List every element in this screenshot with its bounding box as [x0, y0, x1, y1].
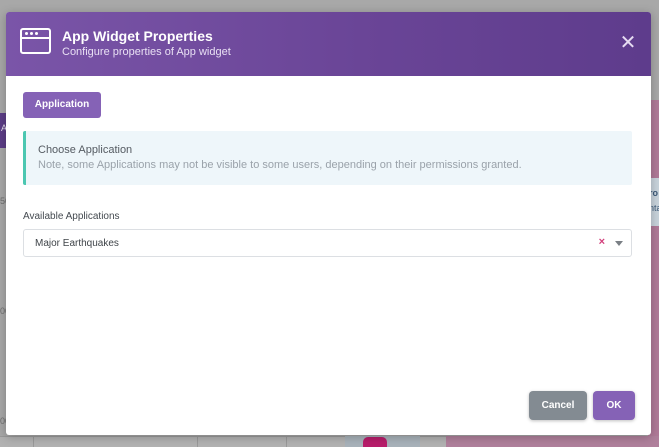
- dialog-title: App Widget Properties: [62, 28, 213, 44]
- info-note: Note, some Applications may not be visib…: [38, 159, 522, 171]
- available-applications-label: Available Applications: [23, 211, 120, 222]
- dialog-subtitle: Configure properties of App widget: [62, 46, 231, 58]
- background-divider: [197, 436, 198, 447]
- chevron-down-icon[interactable]: [615, 241, 623, 246]
- dialog-header: App Widget Properties Configure properti…: [6, 12, 651, 76]
- ok-button[interactable]: OK: [593, 391, 635, 420]
- tab-application[interactable]: Application: [23, 92, 101, 118]
- app-window-icon: [20, 28, 51, 54]
- info-title: Choose Application: [38, 144, 133, 156]
- application-select[interactable]: Major Earthquakes ×: [23, 229, 632, 257]
- cancel-button[interactable]: Cancel: [529, 391, 587, 420]
- close-icon[interactable]: ✕: [619, 33, 637, 53]
- clear-selection-icon[interactable]: ×: [599, 236, 605, 248]
- background-bottom-panel: [446, 436, 659, 447]
- selected-application: Major Earthquakes: [35, 238, 119, 249]
- background-marker: [363, 437, 387, 447]
- background-divider: [286, 436, 287, 447]
- info-callout: Choose Application Note, some Applicatio…: [23, 131, 632, 185]
- background-divider: [33, 436, 34, 447]
- app-widget-properties-dialog: App Widget Properties Configure properti…: [6, 12, 651, 435]
